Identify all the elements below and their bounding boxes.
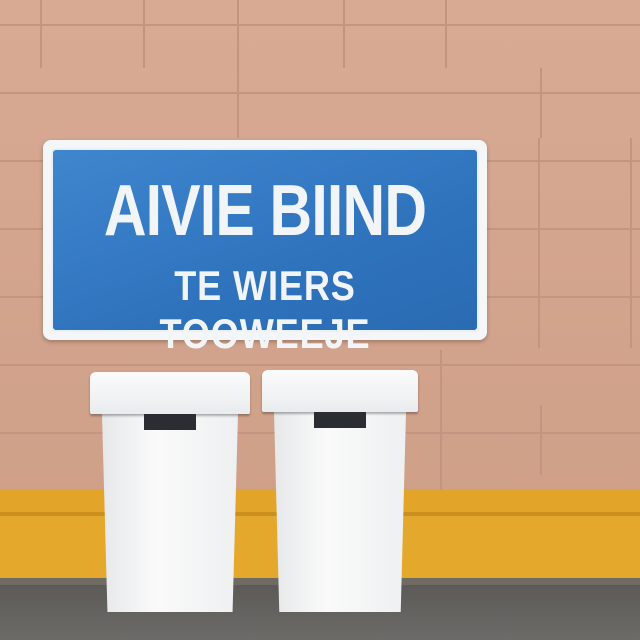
grout-line — [143, 0, 145, 68]
grout-line — [237, 68, 239, 138]
grout-line — [540, 405, 542, 475]
grout-line — [445, 0, 447, 68]
trash-bin-right — [262, 370, 418, 612]
bin-handle — [314, 412, 366, 428]
blue-sign: AIVIE BIIND TE WIERS TOOWEEJE — [43, 140, 487, 357]
bin-lid — [262, 370, 418, 412]
trash-bin-left — [90, 372, 250, 612]
sign-line-2: TE WIERS TOOWEEJE — [159, 262, 371, 357]
grout-line — [237, 0, 239, 68]
grout-line — [440, 350, 442, 490]
grout-line — [40, 0, 42, 68]
bin-body — [274, 412, 406, 612]
sign-line-1: AIVIE BIIND — [103, 171, 427, 251]
sign-face: AIVIE BIIND TE WIERS TOOWEEJE — [51, 148, 479, 357]
bin-body — [102, 414, 238, 612]
bin-handle — [144, 414, 196, 430]
bin-lid — [90, 372, 250, 414]
grout-line — [540, 68, 542, 138]
grout-line — [343, 0, 345, 68]
grout-line — [538, 138, 540, 348]
grout-line — [630, 138, 632, 348]
